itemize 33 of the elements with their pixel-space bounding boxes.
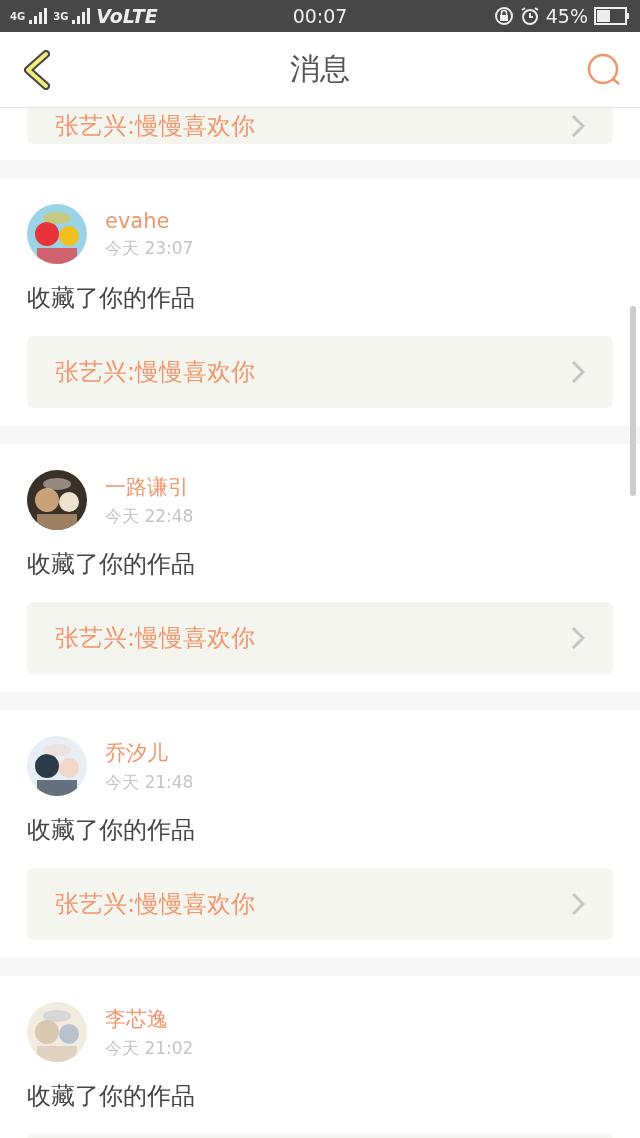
work-link[interactable]: 张艺兴:慢慢喜欢你	[27, 868, 613, 940]
network-label: 3G	[53, 10, 69, 22]
message-text: 收藏了你的作品	[27, 1081, 196, 1112]
page-title: 消息	[290, 50, 350, 88]
work-link[interactable]: 张艺兴:慢慢喜欢你	[27, 108, 613, 144]
signal-icon	[29, 8, 50, 24]
user-name[interactable]: 一路谦引	[105, 472, 194, 501]
volte-label: VoLTE	[96, 5, 158, 27]
work-link[interactable]: 张艺兴:慢慢喜欢你	[27, 602, 613, 674]
back-icon	[22, 49, 50, 90]
work-link[interactable]: 张艺兴:慢慢喜欢你	[27, 336, 613, 408]
alarm-icon	[519, 6, 540, 26]
search-icon	[586, 51, 622, 88]
message-time: 今天 23:07	[105, 236, 194, 260]
rotation-lock-icon	[493, 6, 514, 26]
user-name[interactable]: 李芯逸	[105, 1004, 194, 1033]
message-text: 收藏了你的作品	[27, 283, 196, 314]
clock-time: 00:07	[292, 5, 348, 27]
chevron-right-icon	[571, 114, 585, 138]
message-time: 今天 21:48	[105, 770, 194, 794]
signal-icon	[72, 8, 93, 24]
user-name[interactable]: evahe	[105, 208, 194, 233]
network-label: 4G	[10, 10, 26, 22]
user-name[interactable]: 乔汐儿	[105, 738, 194, 767]
chevron-right-icon	[571, 626, 585, 650]
battery-icon	[594, 7, 630, 25]
battery-percent: 45%	[545, 5, 588, 27]
message-time: 今天 22:48	[105, 504, 194, 528]
chevron-right-icon	[571, 360, 585, 384]
chevron-right-icon	[571, 892, 585, 916]
message-text: 收藏了你的作品	[27, 549, 196, 580]
message-time: 今天 21:02	[105, 1036, 194, 1060]
message-text: 收藏了你的作品	[27, 815, 196, 846]
